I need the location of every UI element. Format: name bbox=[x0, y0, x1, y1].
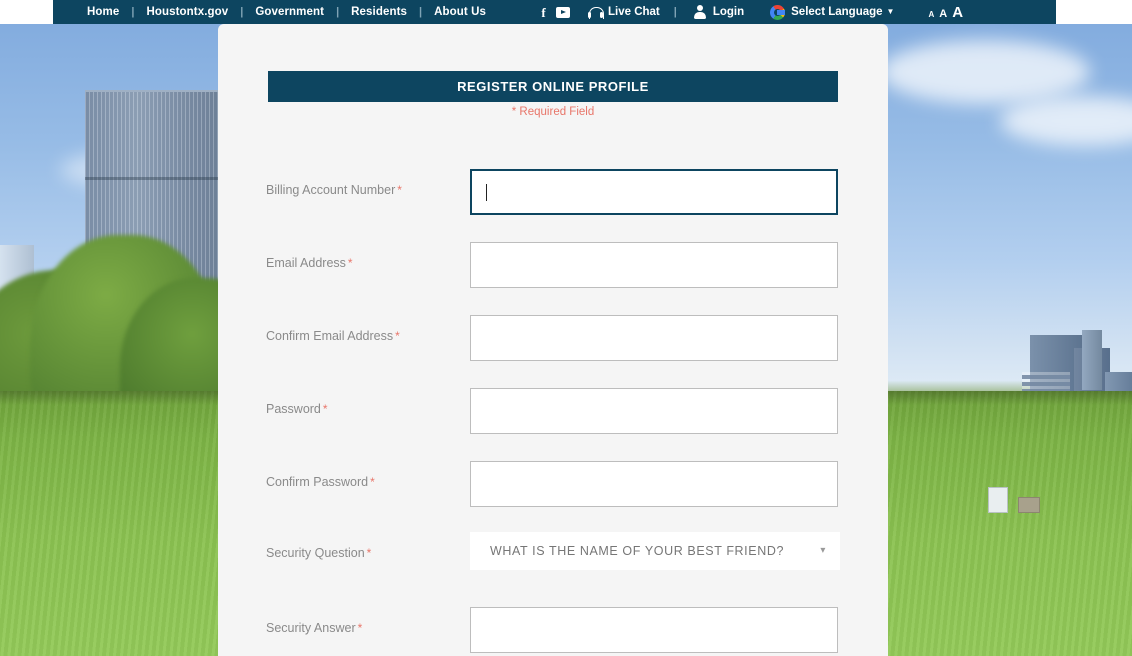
input-confirm-email-address[interactable] bbox=[470, 315, 838, 361]
cloud bbox=[880, 40, 1090, 104]
field-row-email-address: Email Address * bbox=[218, 242, 888, 294]
label-security-question: Security Question * bbox=[266, 546, 372, 560]
required-asterisk: * bbox=[366, 546, 372, 560]
text-cursor bbox=[486, 183, 487, 201]
nav-item-government[interactable]: Government bbox=[243, 6, 336, 18]
label-security-answer: Security Answer * bbox=[266, 621, 363, 635]
label-password: Password * bbox=[266, 402, 328, 416]
cloud bbox=[1000, 96, 1132, 146]
required-field-note: * Required Field bbox=[511, 106, 595, 118]
park-structure bbox=[1018, 497, 1040, 513]
live-chat-button[interactable]: Live Chat bbox=[574, 6, 660, 19]
nav-left-gutter bbox=[0, 0, 53, 24]
select-security-question[interactable]: WHAT IS THE NAME OF YOUR BEST FRIEND? ▾ bbox=[470, 532, 840, 570]
content-panel: REGISTER ONLINE PROFILE * Required Field… bbox=[218, 24, 888, 656]
primary-nav-links: Home | Houstontx.gov | Government | Resi… bbox=[75, 6, 498, 18]
park-structure bbox=[988, 487, 1008, 513]
login-button[interactable]: Login bbox=[677, 5, 744, 19]
input-email-address[interactable] bbox=[470, 242, 838, 288]
field-row-billing-account-number: Billing Account Number * bbox=[218, 169, 888, 221]
headset-icon bbox=[588, 6, 604, 19]
skyline-building bbox=[1082, 330, 1102, 390]
required-asterisk: * bbox=[395, 329, 400, 343]
selected-security-question: WHAT IS THE NAME OF YOUR BEST FRIEND? bbox=[490, 544, 785, 558]
youtube-icon[interactable] bbox=[555, 5, 570, 19]
select-language-dropdown[interactable]: Select Language ▼ bbox=[770, 4, 895, 20]
field-row-security-answer: Security Answer * bbox=[218, 607, 888, 656]
google-translate-icon bbox=[770, 4, 786, 20]
input-password[interactable] bbox=[470, 388, 838, 434]
live-chat-label: Live Chat bbox=[608, 6, 660, 18]
select-language-label: Select Language bbox=[791, 6, 883, 18]
font-size-small-button[interactable]: A bbox=[928, 10, 934, 19]
required-asterisk: * bbox=[370, 475, 375, 489]
form-title-bar: REGISTER ONLINE PROFILE bbox=[268, 71, 838, 102]
user-icon bbox=[693, 5, 707, 19]
nav-item-houstontx-gov[interactable]: Houstontx.gov bbox=[134, 6, 240, 18]
nav-right-gutter bbox=[1056, 0, 1132, 24]
label-email-address: Email Address * bbox=[266, 256, 353, 270]
required-asterisk: * bbox=[357, 621, 363, 635]
required-asterisk: * bbox=[322, 402, 328, 416]
font-size-medium-button[interactable]: A bbox=[939, 8, 947, 20]
nav-item-about-us[interactable]: About Us bbox=[422, 6, 498, 18]
nav-item-home[interactable]: Home bbox=[75, 6, 131, 18]
input-billing-account-number[interactable] bbox=[470, 169, 838, 215]
label-confirm-password: Confirm Password * bbox=[266, 475, 375, 489]
chevron-down-icon: ▼ bbox=[886, 7, 895, 16]
nav-utility-group: f Live Chat | Login Select Language ▼ A … bbox=[536, 4, 963, 20]
nav-item-residents[interactable]: Residents bbox=[339, 6, 419, 18]
facebook-icon[interactable]: f bbox=[536, 5, 551, 19]
label-billing-account-number: Billing Account Number * bbox=[266, 183, 402, 197]
field-row-confirm-password: Confirm Password * bbox=[218, 461, 888, 513]
login-label: Login bbox=[712, 6, 745, 18]
font-size-large-button[interactable]: A bbox=[952, 5, 963, 20]
input-confirm-password[interactable] bbox=[470, 461, 838, 507]
input-security-answer[interactable] bbox=[470, 607, 838, 653]
chevron-down-icon: ▾ bbox=[820, 545, 826, 556]
required-asterisk: * bbox=[347, 256, 353, 270]
field-row-password: Password * bbox=[218, 388, 888, 440]
field-row-security-question: Security Question * WHAT IS THE NAME OF Y… bbox=[218, 508, 888, 570]
required-asterisk: * bbox=[397, 183, 402, 197]
font-size-controls: A A A bbox=[928, 5, 963, 20]
label-confirm-email-address: Confirm Email Address * bbox=[266, 329, 400, 343]
field-row-confirm-email-address: Confirm Email Address * bbox=[218, 315, 888, 367]
top-navigation-bar: Home | Houstontx.gov | Government | Resi… bbox=[53, 0, 1056, 24]
